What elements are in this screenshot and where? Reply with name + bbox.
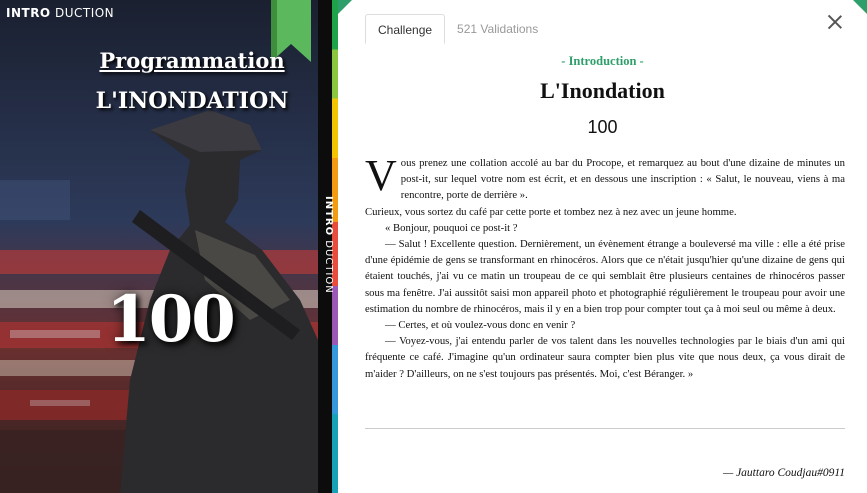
- tab-bar: Challenge 521 Validations: [365, 14, 550, 44]
- corner-accent: [853, 0, 867, 14]
- spine-label: INTRO DUCTION: [323, 196, 334, 294]
- cover-number: 100: [106, 282, 236, 357]
- section-label: - Introduction -: [561, 54, 644, 68]
- cover-title: Programmation: [99, 48, 285, 73]
- challenge-number: 100: [587, 117, 618, 137]
- story-paragraph: — Voyez-vous, j'ai entendu parler de vos…: [365, 335, 845, 380]
- corner-accent: [338, 0, 352, 14]
- divider: [365, 428, 845, 429]
- story-paragraph: — Salut ! Excellente question. Dernièrem…: [365, 238, 845, 315]
- story-paragraph: — Certes, et où voulez-vous donc en veni…: [385, 319, 576, 332]
- author-signature: — Jauttaro Coudjau#0911: [722, 467, 845, 479]
- cover-illustration: [0, 0, 318, 493]
- close-icon[interactable]: [827, 14, 843, 30]
- cover-subtitle: L'INONDATION: [95, 88, 289, 114]
- page-title: L'Inondation: [540, 78, 665, 103]
- tab-validations[interactable]: 521 Validations: [445, 14, 550, 44]
- story-paragraph: Vous prenez une collation accolé au bar …: [365, 151, 845, 202]
- story-text: Vous prenez une collation accolé au bar …: [365, 151, 845, 382]
- story-paragraph: Curieux, vous sortez du café par cette p…: [365, 205, 737, 218]
- brand-logo: INTRO DUCTION: [6, 6, 115, 20]
- drop-cap: V: [365, 151, 397, 200]
- tab-challenge[interactable]: Challenge: [365, 14, 446, 44]
- cover-image: INTRO DUCTION Programmation L'INONDATION…: [0, 0, 338, 493]
- challenge-panel: Challenge 521 Validations - Introduction…: [338, 0, 867, 493]
- story-paragraph: « Bonjour, pouquoi ce post-it ?: [385, 221, 518, 234]
